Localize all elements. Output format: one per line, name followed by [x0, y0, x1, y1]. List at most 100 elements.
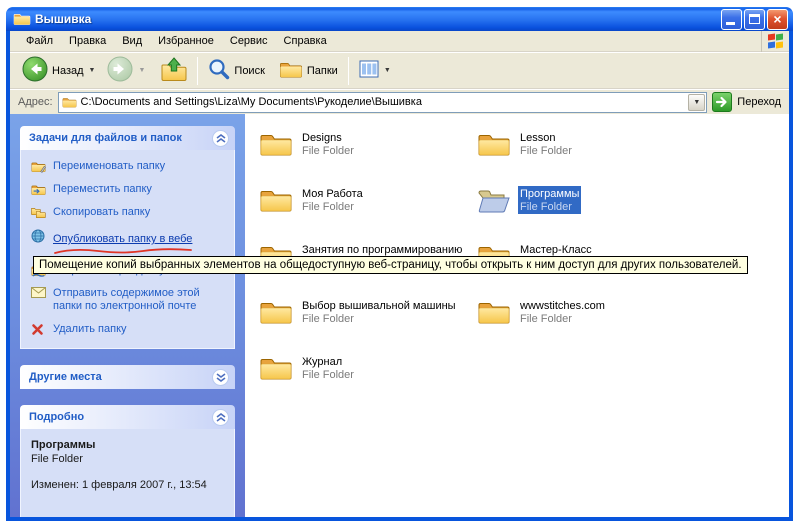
- panel-details: Подробно Программы File Folder Изменен: …: [20, 405, 235, 517]
- search-button[interactable]: Поиск: [204, 56, 268, 85]
- task-label[interactable]: Отправить содержимое этой папки по элект…: [53, 287, 228, 313]
- file-type: File Folder: [300, 313, 458, 326]
- back-icon: [22, 56, 48, 85]
- panel-file-tasks: Задачи для файлов и папок Переименовать …: [20, 126, 235, 349]
- red-annotation-underline: [53, 248, 193, 254]
- task-move-folder[interactable]: Переместить папку: [31, 183, 228, 196]
- views-button[interactable]: ▼: [355, 58, 395, 83]
- folder-icon: [477, 130, 511, 157]
- go-button[interactable]: [712, 92, 732, 112]
- task-label[interactable]: Опубликовать папку в вебе: [53, 233, 192, 245]
- close-button[interactable]: ×: [767, 9, 788, 30]
- file-type: File Folder: [518, 313, 607, 326]
- file-type: File Folder: [300, 201, 365, 214]
- task-label[interactable]: Переместить папку: [53, 183, 152, 196]
- task-label[interactable]: Переименовать папку: [53, 160, 165, 173]
- file-tasks-title: Задачи для файлов и папок: [29, 132, 212, 144]
- views-icon: [359, 60, 379, 81]
- address-dropdown-button[interactable]: ▼: [688, 94, 705, 111]
- back-label: Назад: [52, 65, 84, 77]
- up-button[interactable]: [157, 55, 191, 87]
- folders-button[interactable]: Папки: [275, 57, 342, 84]
- details-item-name: Программы: [31, 439, 228, 451]
- publish-web-icon: [31, 229, 47, 243]
- task-copy-folder[interactable]: Скопировать папку: [31, 206, 228, 219]
- file-name[interactable]: Журнал: [300, 356, 356, 369]
- forward-dropdown-icon[interactable]: ▼: [138, 67, 145, 74]
- back-dropdown-icon[interactable]: ▼: [89, 67, 96, 74]
- file-type: File Folder: [518, 201, 581, 214]
- forward-icon: [107, 56, 133, 85]
- address-folder-icon: [62, 96, 77, 108]
- windows-logo-icon: [761, 31, 789, 52]
- search-icon: [208, 58, 230, 83]
- menu-help[interactable]: Справка: [276, 32, 335, 50]
- collapse-chevron-icon[interactable]: [212, 130, 229, 147]
- copy-folder-icon: [31, 206, 47, 219]
- file-name[interactable]: Designs: [300, 132, 356, 145]
- file-name[interactable]: wwwstitches.com: [518, 300, 607, 313]
- task-email-folder[interactable]: Отправить содержимое этой папки по элект…: [31, 287, 228, 313]
- task-rename-folder[interactable]: Переименовать папку: [31, 160, 228, 173]
- file-item-programmy-selected[interactable]: ПрограммыFile Folder: [477, 186, 687, 242]
- forward-button[interactable]: ▼: [103, 54, 149, 87]
- minimize-button[interactable]: [721, 9, 742, 30]
- file-type: File Folder: [300, 145, 356, 158]
- expand-chevron-icon[interactable]: [212, 369, 229, 386]
- up-folder-icon: [161, 57, 187, 85]
- file-item-lesson[interactable]: LessonFile Folder: [477, 130, 687, 186]
- folder-icon: [477, 298, 511, 325]
- folder-window-icon: [13, 11, 31, 27]
- address-label: Адрес:: [18, 96, 53, 108]
- file-name[interactable]: Выбор вышивальной машины: [300, 300, 458, 313]
- address-combo[interactable]: C:\Documents and Settings\Liza\My Docume…: [58, 92, 708, 113]
- menu-tools[interactable]: Сервис: [222, 32, 276, 50]
- folders-label: Папки: [307, 65, 338, 77]
- menu-favorites[interactable]: Избранное: [150, 32, 222, 50]
- file-item-moya-rabota[interactable]: Моя РаботаFile Folder: [259, 186, 469, 242]
- panel-other-places: Другие места: [20, 365, 235, 389]
- details-header[interactable]: Подробно: [20, 405, 235, 429]
- file-name[interactable]: Моя Работа: [300, 188, 365, 201]
- file-name[interactable]: Lesson: [518, 132, 574, 145]
- search-label: Поиск: [234, 65, 264, 77]
- address-input[interactable]: C:\Documents and Settings\Liza\My Docume…: [81, 96, 689, 108]
- file-item-vybor-mashiny[interactable]: Выбор вышивальной машиныFile Folder: [259, 298, 469, 354]
- other-places-header[interactable]: Другие места: [20, 365, 235, 389]
- menu-file[interactable]: Файл: [18, 32, 61, 50]
- menu-view[interactable]: Вид: [114, 32, 150, 50]
- go-arrow-icon: [715, 95, 729, 109]
- file-item-designs[interactable]: DesignsFile Folder: [259, 130, 469, 186]
- file-list: DesignsFile Folder LessonFile Folder Моя…: [245, 114, 789, 517]
- tooltip: Помещение копий выбранных элементов на о…: [33, 256, 748, 274]
- maximize-button[interactable]: [744, 9, 765, 30]
- views-dropdown-icon[interactable]: ▼: [384, 67, 391, 74]
- task-label[interactable]: Скопировать папку: [53, 206, 150, 219]
- task-delete-folder[interactable]: Удалить папку: [31, 323, 228, 336]
- move-folder-icon: [31, 183, 47, 196]
- details-item-modified: Изменен: 1 февраля 2007 г., 13:54: [31, 479, 228, 491]
- task-label[interactable]: Удалить папку: [53, 323, 127, 336]
- folders-icon: [279, 59, 303, 82]
- email-icon: [31, 287, 47, 298]
- collapse-chevron-icon[interactable]: [212, 409, 229, 426]
- menu-edit[interactable]: Правка: [61, 32, 114, 50]
- file-tasks-header[interactable]: Задачи для файлов и папок: [20, 126, 235, 150]
- task-publish-folder-web[interactable]: Опубликовать папку в вебе: [31, 229, 228, 254]
- file-type: File Folder: [300, 369, 356, 382]
- window-title: Вышивка: [35, 12, 721, 26]
- folder-icon: [259, 186, 293, 213]
- file-item-zhurnal[interactable]: ЖурналFile Folder: [259, 354, 469, 410]
- folder-icon: [259, 130, 293, 157]
- folder-icon: [259, 354, 293, 381]
- file-name[interactable]: Программы: [518, 188, 581, 201]
- back-button[interactable]: Назад ▼: [18, 54, 99, 87]
- folder-icon: [259, 298, 293, 325]
- task-pane-sidebar: Задачи для файлов и папок Переименовать …: [10, 114, 245, 517]
- details-item-type: File Folder: [31, 453, 228, 465]
- file-item-wwwstitches[interactable]: wwwstitches.comFile Folder: [477, 298, 687, 354]
- go-label[interactable]: Переход: [737, 96, 781, 108]
- delete-icon: [31, 323, 47, 336]
- toolbar-separator: [348, 57, 349, 85]
- title-bar[interactable]: Вышивка ×: [6, 7, 793, 31]
